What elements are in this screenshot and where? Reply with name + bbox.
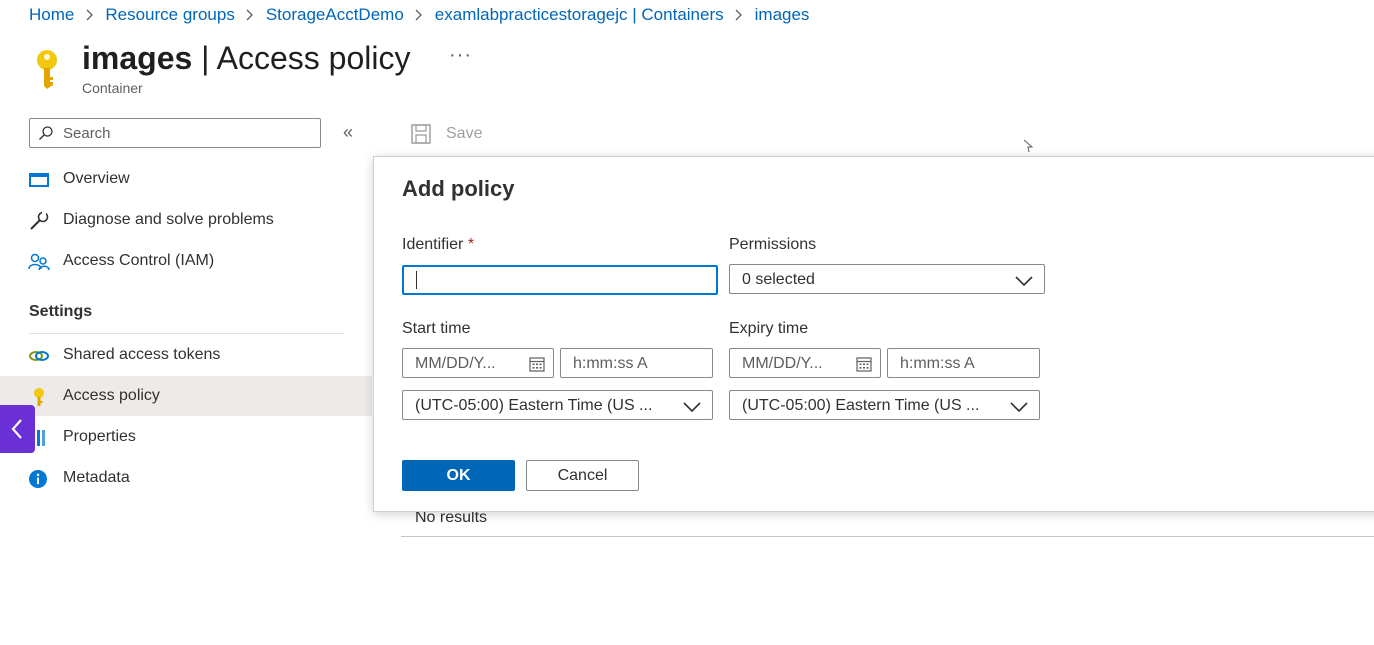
expiry-date-input[interactable]: MM/DD/Y... <box>729 348 881 378</box>
start-time-placeholder: h:mm:ss A <box>573 355 648 372</box>
expiry-time-label: Expiry time <box>729 320 809 337</box>
sidebar-item-label: Access policy <box>63 387 160 404</box>
mouse-cursor-icon <box>1022 139 1034 156</box>
side-panel-toggle-button[interactable] <box>0 405 35 453</box>
chevron-right-icon <box>74 9 105 21</box>
chevron-down-icon <box>1010 400 1028 413</box>
sidebar-item-shared-access-tokens[interactable]: Shared access tokens <box>0 335 372 375</box>
overview-icon <box>28 170 50 190</box>
calendar-icon[interactable] <box>529 356 545 372</box>
key-icon <box>32 49 62 89</box>
sidebar-item-label: Metadata <box>63 469 130 486</box>
permissions-dropdown[interactable]: 0 selected <box>729 264 1045 294</box>
save-button[interactable]: Save <box>410 121 482 147</box>
people-icon <box>28 252 50 272</box>
info-icon <box>28 469 50 489</box>
save-label: Save <box>446 125 483 142</box>
chevron-right-icon <box>404 9 435 21</box>
page-subtitle: Container <box>82 80 143 96</box>
sidebar-item-metadata[interactable]: Metadata <box>0 458 372 498</box>
start-time-label: Start time <box>402 320 471 337</box>
expiry-timezone-dropdown[interactable]: (UTC-05:00) Eastern Time (US ... <box>729 390 1040 420</box>
sidebar-item-label: Access Control (IAM) <box>63 252 215 269</box>
sidebar-item-diagnose[interactable]: Diagnose and solve problems <box>0 200 372 240</box>
settings-section-header: Settings <box>29 303 93 320</box>
breadcrumb-images[interactable]: images <box>755 5 810 25</box>
more-options-button[interactable]: ··· <box>449 44 472 67</box>
expiry-time-input[interactable]: h:mm:ss A <box>887 348 1040 378</box>
permissions-value: 0 selected <box>742 271 815 288</box>
ok-button[interactable]: OK <box>402 460 515 491</box>
sidebar-item-iam[interactable]: Access Control (IAM) <box>0 241 372 281</box>
expiry-timezone-value: (UTC-05:00) Eastern Time (US ... <box>742 397 980 414</box>
start-date-input[interactable]: MM/DD/Y... <box>402 348 554 378</box>
expiry-time-placeholder: h:mm:ss A <box>900 355 975 372</box>
identifier-field[interactable] <box>402 265 718 295</box>
start-time-input[interactable]: h:mm:ss A <box>560 348 713 378</box>
start-date-placeholder: MM/DD/Y... <box>415 355 496 372</box>
collapse-sidebar-button[interactable]: « <box>343 122 353 143</box>
sidebar-item-label: Overview <box>63 170 130 187</box>
sidebar-item-label: Diagnose and solve problems <box>63 211 274 228</box>
expiry-date-placeholder: MM/DD/Y... <box>742 355 823 372</box>
text-caret <box>416 271 417 289</box>
identifier-input[interactable] <box>412 270 702 290</box>
sidebar-item-access-policy[interactable]: Access policy <box>0 376 372 416</box>
breadcrumb-home[interactable]: Home <box>29 5 74 25</box>
breadcrumb-resource-group[interactable]: StorageAcctDemo <box>266 5 404 25</box>
chevron-down-icon <box>683 400 701 413</box>
page-title: images | Access policy <box>82 40 411 76</box>
sidebar-search[interactable] <box>29 118 321 148</box>
wrench-icon <box>28 211 50 231</box>
breadcrumb: Home Resource groups StorageAcctDemo exa… <box>29 4 809 26</box>
required-mark: * <box>467 236 475 253</box>
sidebar-item-overview[interactable]: Overview <box>0 159 372 199</box>
link-icon <box>28 346 50 366</box>
chevron-right-icon <box>235 9 266 21</box>
breadcrumb-containers[interactable]: examlabpracticestoragejc | Containers <box>435 5 724 25</box>
sidebar-item-label: Properties <box>63 428 136 445</box>
start-timezone-value: (UTC-05:00) Eastern Time (US ... <box>415 397 653 414</box>
chevron-right-icon <box>724 9 755 21</box>
identifier-label: Identifier * <box>402 236 475 253</box>
sidebar-item-label: Shared access tokens <box>63 346 221 363</box>
search-input[interactable] <box>63 121 313 145</box>
cancel-button[interactable]: Cancel <box>526 460 639 491</box>
key-icon <box>28 387 50 407</box>
divider <box>29 333 344 334</box>
sidebar-item-properties[interactable]: Properties <box>0 417 372 457</box>
add-policy-dialog <box>373 156 1374 512</box>
dialog-title: Add policy <box>402 176 515 201</box>
search-icon <box>38 125 54 141</box>
start-timezone-dropdown[interactable]: (UTC-05:00) Eastern Time (US ... <box>402 390 713 420</box>
breadcrumb-resource-groups[interactable]: Resource groups <box>105 5 234 25</box>
save-icon <box>411 124 431 144</box>
permissions-label: Permissions <box>729 236 817 253</box>
calendar-icon[interactable] <box>856 356 872 372</box>
divider <box>401 536 1374 537</box>
chevron-left-icon <box>11 419 22 439</box>
chevron-down-icon <box>1015 274 1033 287</box>
